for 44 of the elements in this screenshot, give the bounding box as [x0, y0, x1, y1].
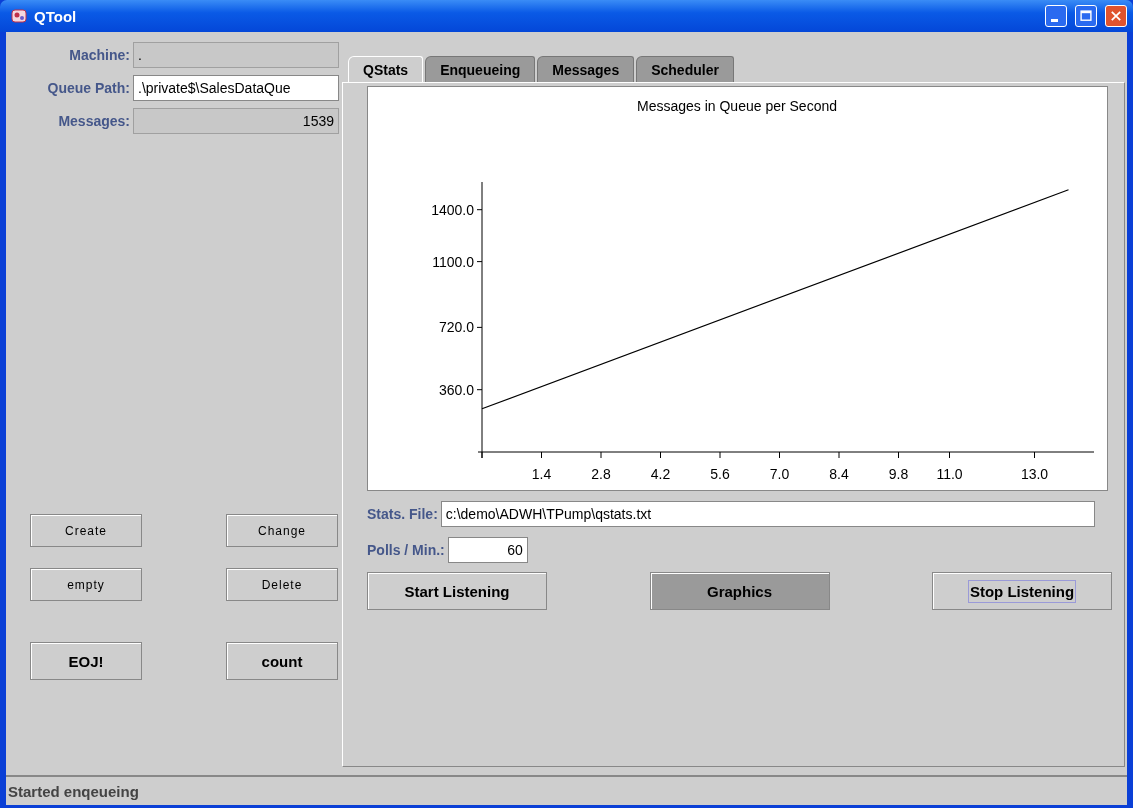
minimize-button[interactable]	[1045, 5, 1067, 27]
queue-button[interactable]: Delete	[226, 568, 338, 601]
action-button[interactable]: Stop Listening	[932, 572, 1112, 610]
y-tick-label: 1100.0	[432, 253, 474, 270]
x-tick-label: 11.0	[936, 466, 963, 482]
queue-button[interactable]: Create	[30, 514, 142, 547]
close-button[interactable]	[1105, 5, 1127, 27]
x-tick-label: 1.4	[531, 466, 552, 482]
x-tick-label: 9.8	[888, 466, 909, 482]
text-field[interactable]: 60	[447, 537, 528, 563]
action-button[interactable]: Start Listening	[367, 572, 547, 610]
close-icon	[1109, 9, 1123, 23]
queue-button[interactable]: count	[226, 642, 338, 680]
app-icon	[10, 7, 28, 25]
x-tick-label: 5.6	[710, 466, 730, 482]
x-tick-label: 13.0	[1020, 466, 1049, 482]
x-tick-label: 8.4	[829, 466, 849, 482]
queue-button[interactable]: Change	[226, 514, 338, 547]
field-label: Stats. File:	[367, 506, 438, 522]
field-label: Machine:	[68, 47, 130, 63]
maximize-button[interactable]	[1075, 5, 1097, 27]
text-field[interactable]: c:\demo\ADWH\TPump\qstats.txt	[440, 501, 1095, 527]
status-bar: Started enqeueing	[6, 775, 1127, 805]
y-tick-label: 360.0	[438, 381, 474, 398]
maximize-icon	[1079, 9, 1093, 23]
tab[interactable]: QStats	[348, 56, 424, 82]
x-tick-label: 4.2	[650, 466, 671, 482]
tab[interactable]: Messages	[537, 56, 635, 82]
minimize-icon	[1050, 19, 1058, 22]
queue-button[interactable]: EOJ!	[30, 642, 142, 680]
field-label: Messages:	[57, 113, 130, 129]
window-title: QTool	[34, 7, 77, 25]
tab[interactable]: Scheduler	[636, 56, 734, 82]
x-tick-label: 7.0	[769, 466, 790, 482]
field-label: Polls / Min.:	[367, 542, 445, 558]
field-label: Queue Path:	[46, 80, 130, 96]
y-tick-label: 1400.0	[431, 201, 474, 218]
y-tick-label: 720.0	[438, 319, 474, 336]
tab[interactable]: Enqueueing	[425, 56, 536, 82]
queue-button[interactable]: empty	[30, 568, 142, 601]
x-tick-label: 2.8	[591, 466, 611, 482]
chart-title: Messages in Queue per Second	[637, 98, 837, 114]
action-button[interactable]: Graphics	[649, 572, 830, 610]
text-field[interactable]: .\private$\SalesDataQue	[133, 75, 339, 101]
